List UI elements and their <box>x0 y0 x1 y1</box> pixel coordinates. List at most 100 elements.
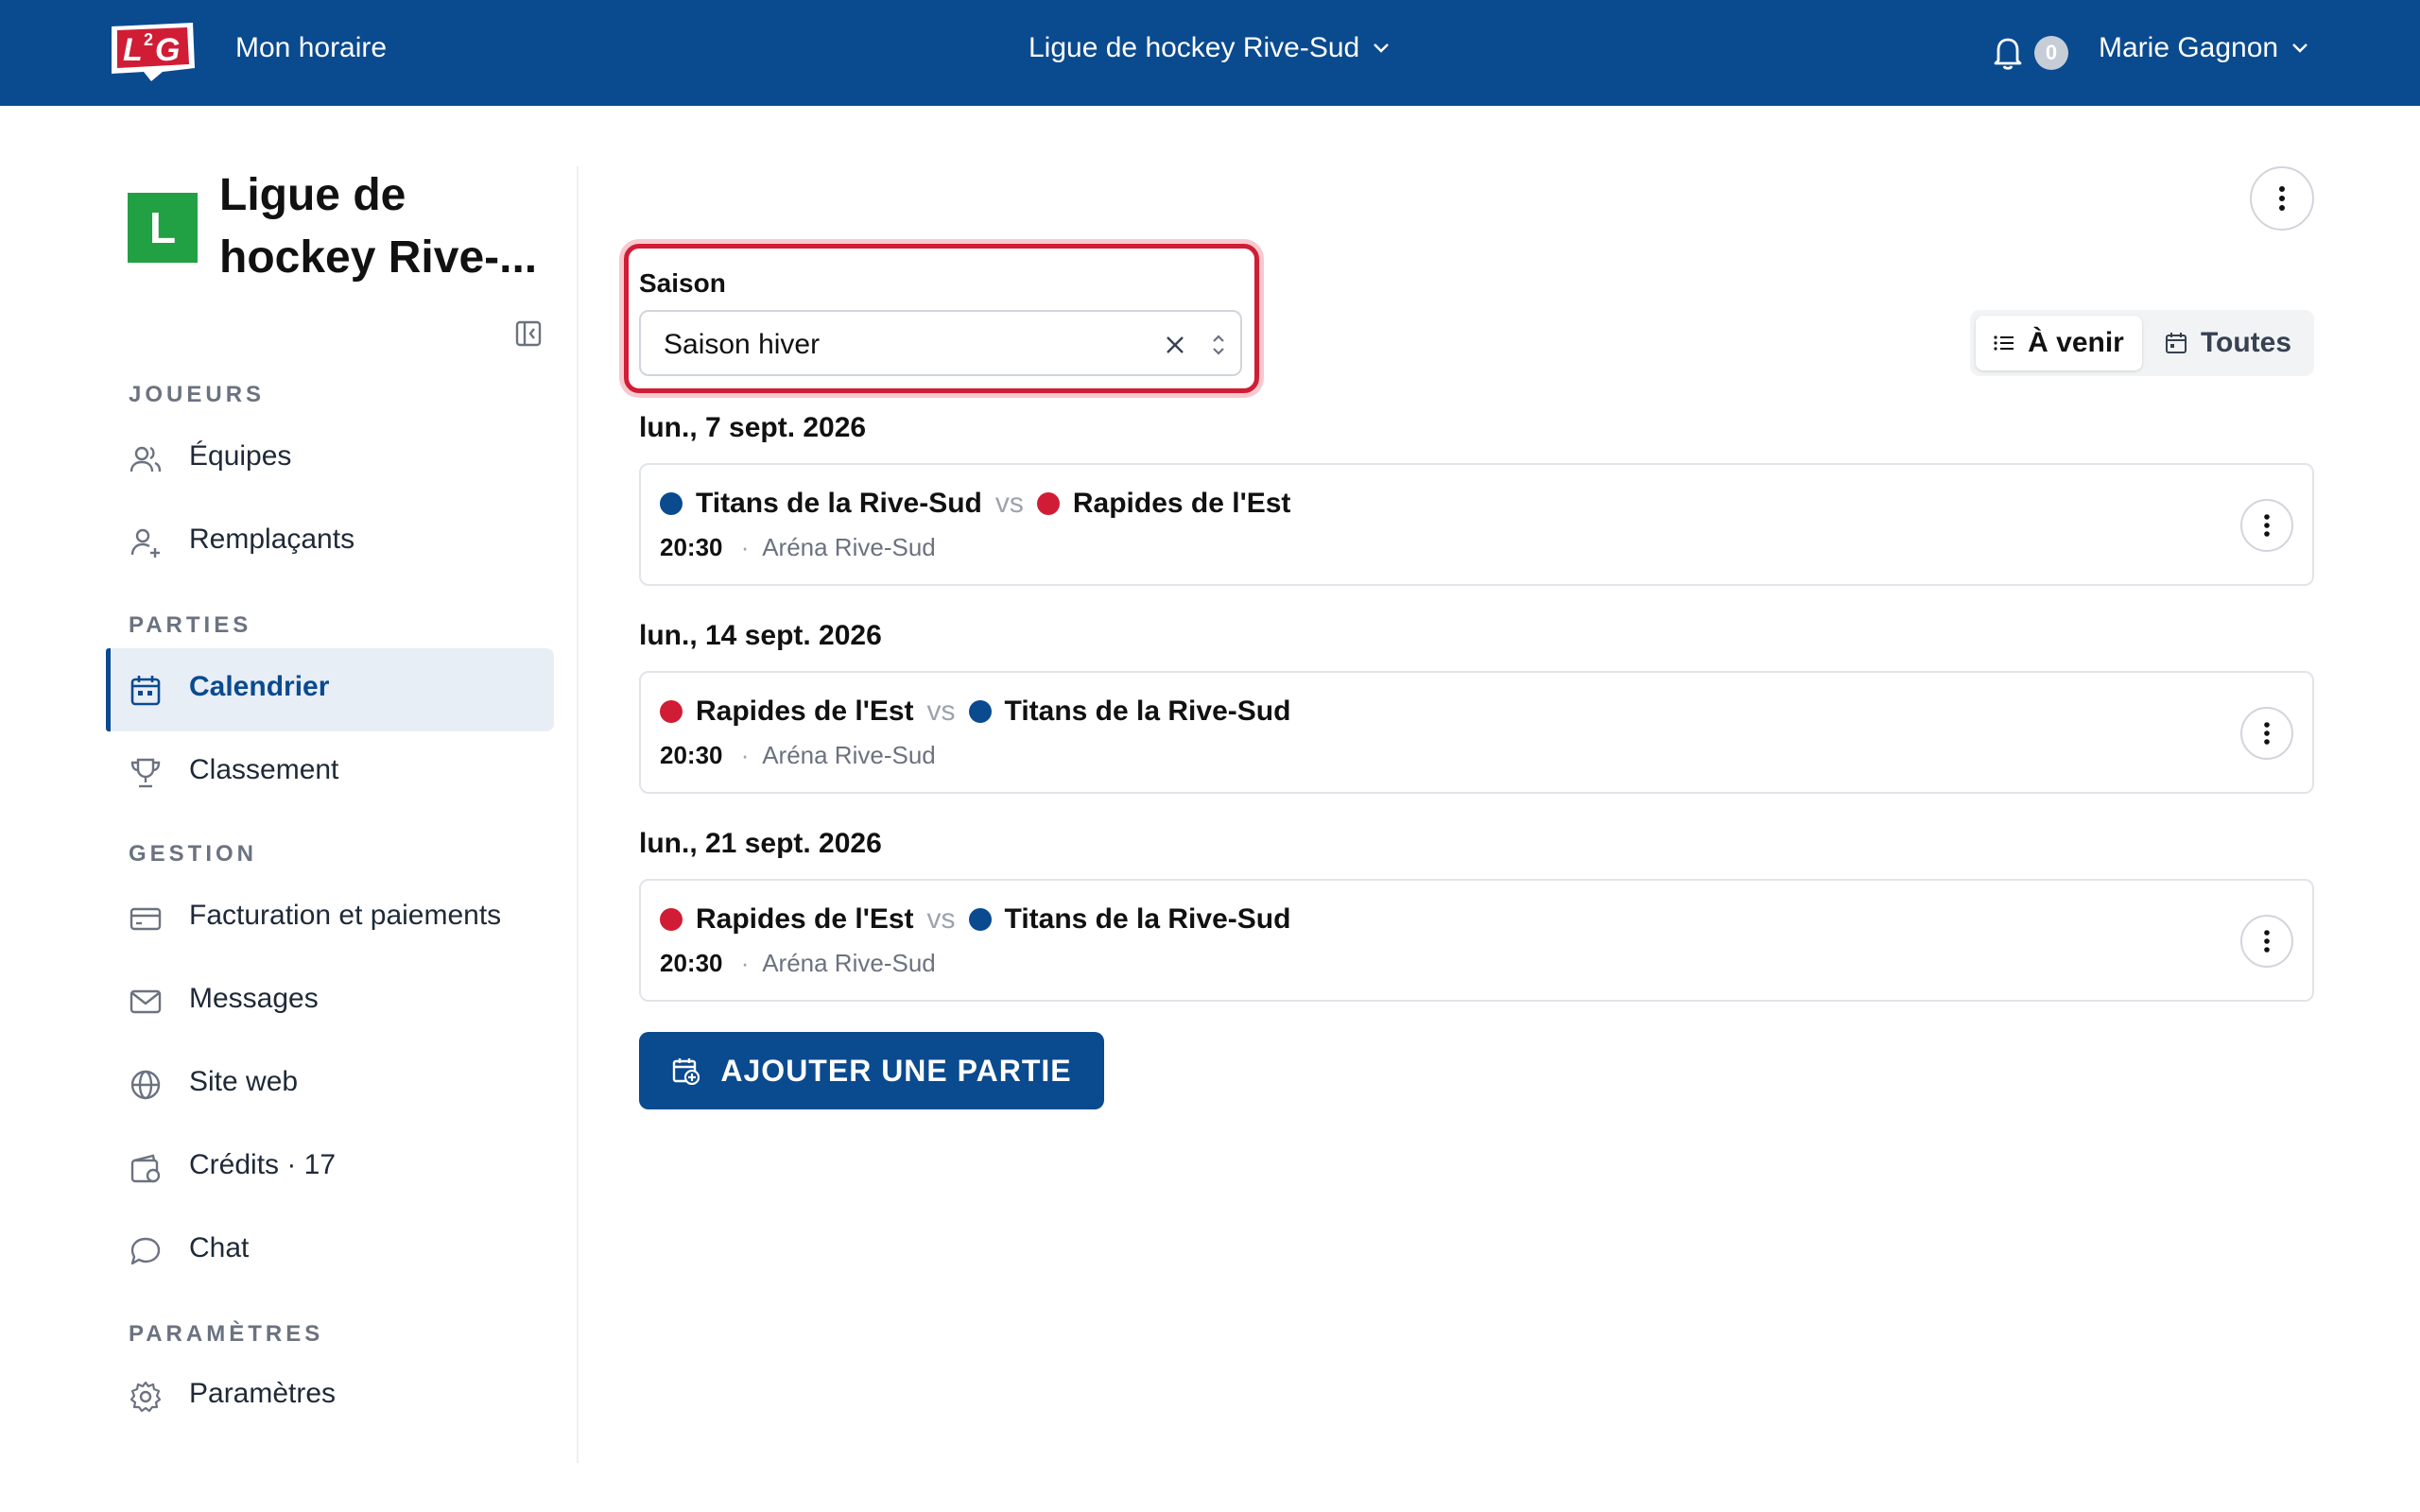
date-heading: lun., 21 sept. 2026 <box>639 828 882 859</box>
add-game-button[interactable]: AJOUTER UNE PARTIE <box>639 1032 1104 1109</box>
clear-selection-icon[interactable] <box>1161 331 1189 359</box>
sidebar-divider <box>577 166 579 1463</box>
separator: · <box>740 741 750 769</box>
chevron-up-down-icon <box>1213 335 1224 355</box>
sidebar-item-label: Calendrier <box>189 671 330 702</box>
sidebar-item-credits[interactable]: Crédits · 17 <box>106 1126 554 1210</box>
calendar-icon <box>2165 333 2187 353</box>
sidebar-item-label: Crédits · 17 <box>189 1149 337 1180</box>
home-team: Rapides de l'Est <box>696 903 914 935</box>
team-color-dot <box>968 908 992 931</box>
sidebar-item-calendar[interactable]: Calendrier <box>106 648 554 731</box>
season-select-value: Saison hiver <box>664 329 821 360</box>
app-logo[interactable]: L 2 G <box>106 17 199 83</box>
sidebar-item-label: Classement <box>189 754 339 785</box>
globe-icon <box>130 1070 161 1100</box>
season-select[interactable]: Saison hiver <box>639 310 1242 376</box>
away-team: Rapides de l'Est <box>1072 488 1291 519</box>
sidebar-item-messages[interactable]: Messages <box>106 960 554 1043</box>
matchup: Titans de la Rive-Sud vs Rapides de l'Es… <box>660 488 1290 520</box>
tab-all-label: Toutes <box>2200 327 2292 358</box>
sidebar-item-label: Messages <box>189 983 319 1014</box>
calendar-plus-icon <box>673 1058 700 1085</box>
chevron-down-icon <box>2292 43 2308 53</box>
user-plus-icon <box>130 528 160 558</box>
game-time: 20:30 <box>660 533 723 561</box>
game-details: 20:30 · Aréna Rive-Sud <box>660 949 936 978</box>
game-time: 20:30 <box>660 741 723 769</box>
tab-all[interactable]: Toutes <box>2150 316 2307 370</box>
more-vertical-icon <box>2264 722 2270 745</box>
sidebar-item-label: Site web <box>189 1066 299 1097</box>
team-color-dot <box>968 700 992 723</box>
game-time: 20:30 <box>660 949 723 977</box>
game-card[interactable]: Rapides de l'Est vs Titans de la Rive-Su… <box>639 671 2314 794</box>
view-toggle: À venir Toutes <box>1970 310 2314 376</box>
credit-card-icon <box>130 907 162 931</box>
page-more-options-button[interactable] <box>2250 166 2314 231</box>
more-vertical-icon <box>2264 930 2270 953</box>
game-options-button[interactable] <box>2240 499 2293 552</box>
gear-icon <box>130 1381 162 1413</box>
sidebar-item-teams[interactable]: Équipes <box>106 418 554 501</box>
sidebar-item-label: Équipes <box>189 440 292 472</box>
game-card[interactable]: Rapides de l'Est vs Titans de la Rive-Su… <box>639 879 2314 1002</box>
game-details: 20:30 · Aréna Rive-Sud <box>660 741 936 770</box>
user-name: Marie Gagnon <box>2099 32 2279 63</box>
separator: · <box>740 949 750 977</box>
top-navigation-bar: L 2 G Mon horaire Ligue de hockey Rive-S… <box>0 0 2420 106</box>
bell-icon[interactable] <box>1991 34 2025 72</box>
user-menu[interactable]: Marie Gagnon <box>2099 32 2308 64</box>
game-venue: Aréna Rive-Sud <box>762 949 936 977</box>
sidebar-item-website[interactable]: Site web <box>106 1043 554 1126</box>
game-venue: Aréna Rive-Sud <box>762 741 936 769</box>
sidebar-item-billing[interactable]: Facturation et paiements <box>106 877 554 960</box>
game-details: 20:30 · Aréna Rive-Sud <box>660 533 936 562</box>
sidebar-item-settings[interactable]: Paramètres <box>106 1355 554 1438</box>
my-schedule-link[interactable]: Mon horaire <box>235 32 387 64</box>
more-vertical-icon <box>2279 186 2285 211</box>
tab-upcoming[interactable]: À venir <box>1976 316 2142 370</box>
more-vertical-icon <box>2264 514 2270 537</box>
add-game-label: AJOUTER UNE PARTIE <box>720 1053 1072 1088</box>
tab-upcoming-label: À venir <box>2028 327 2124 358</box>
team-color-dot <box>660 492 683 515</box>
date-heading: lun., 14 sept. 2026 <box>639 620 882 651</box>
home-team: Titans de la Rive-Sud <box>696 488 982 519</box>
league-selector-label: Ligue de hockey Rive-Sud <box>1028 32 1360 63</box>
trophy-icon <box>130 758 161 788</box>
matchup: Rapides de l'Est vs Titans de la Rive-Su… <box>660 903 1290 936</box>
sidebar-item-label: Remplaçants <box>189 524 355 555</box>
away-team: Titans de la Rive-Sud <box>1004 903 1291 935</box>
sidebar-item-chat[interactable]: Chat <box>106 1210 554 1293</box>
chevron-down-icon <box>1374 43 1390 53</box>
section-label-players: JOUEURS <box>129 382 266 407</box>
versus-label: vs <box>926 696 956 727</box>
svg-text:2: 2 <box>144 30 153 49</box>
league-selector[interactable]: Ligue de hockey Rive-Sud <box>1028 32 1390 64</box>
matchup: Rapides de l'Est vs Titans de la Rive-Su… <box>660 696 1290 728</box>
game-venue: Aréna Rive-Sud <box>762 533 936 561</box>
notification-count-badge: 0 <box>2034 36 2068 70</box>
team-color-dot <box>660 700 683 723</box>
wallet-icon <box>130 1154 161 1183</box>
away-team: Titans de la Rive-Sud <box>1004 696 1291 727</box>
team-color-dot <box>660 908 683 931</box>
chat-icon <box>130 1237 161 1265</box>
org-avatar: L <box>128 193 198 263</box>
sidebar-item-label: Facturation et paiements <box>189 900 502 931</box>
svg-text:G: G <box>155 32 180 68</box>
separator: · <box>740 533 750 561</box>
game-options-button[interactable] <box>2240 915 2293 968</box>
users-icon <box>130 446 162 472</box>
section-label-management: GESTION <box>129 841 258 867</box>
home-team: Rapides de l'Est <box>696 696 914 727</box>
sidebar-item-standings[interactable]: Classement <box>106 731 554 815</box>
game-card[interactable]: Titans de la Rive-Sud vs Rapides de l'Es… <box>639 463 2314 586</box>
sidebar-item-substitutes[interactable]: Remplaçants <box>106 501 554 584</box>
game-options-button[interactable] <box>2240 707 2293 760</box>
collapse-sidebar-icon[interactable] <box>514 319 543 348</box>
calendar-icon <box>130 676 161 706</box>
sidebar-item-label: Chat <box>189 1232 250 1263</box>
date-heading: lun., 7 sept. 2026 <box>639 412 867 443</box>
